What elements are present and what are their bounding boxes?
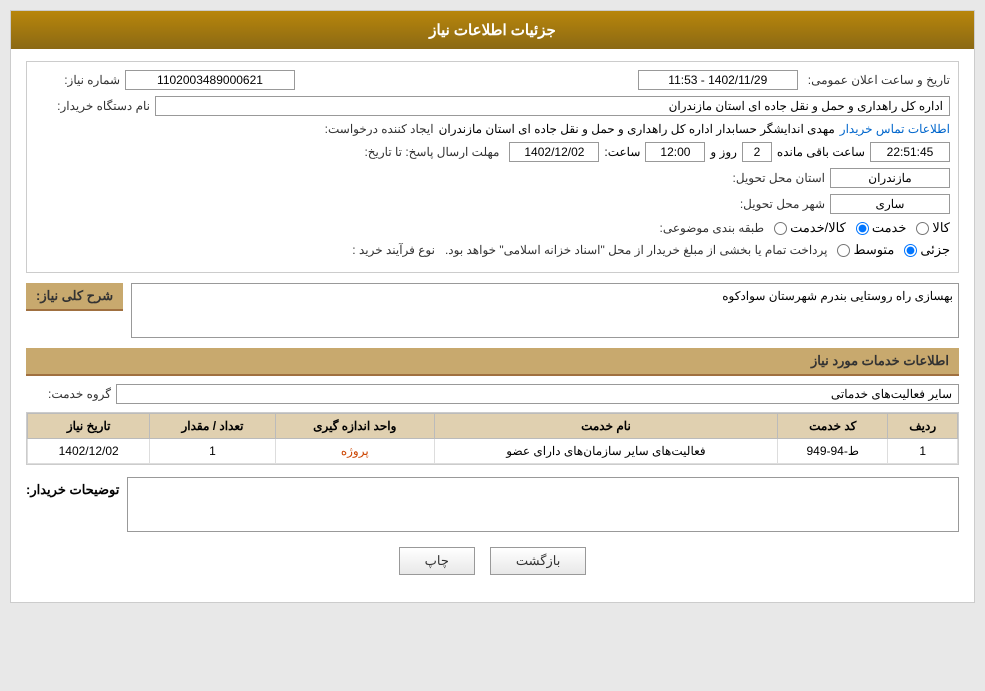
mohlat-label: مهلت ارسال پاسخ: تا تاریخ: [349,145,499,159]
khedamat-section-title: اطلاعات خدمات مورد نیاز [26,348,959,376]
nam-dastgah-value: اداره کل راهداری و حمل و نقل جاده ای است… [155,96,950,116]
cell-kod: ط-94-949 [778,439,888,464]
shomara-niaz-value: 1102003489000621 [125,70,295,90]
ijad-konande-name: مهدی اندایشگر حسابدار اداره کل راهداری و… [439,122,835,136]
ijad-konande-label: ایجاد کننده درخواست: [304,122,434,136]
nooe-farayand-label: نوع فرآیند خرید : [335,243,435,257]
roz-value: 2 [742,142,772,162]
goroh-khedmat-label: گروه خدمت: [31,387,111,401]
back-button[interactable]: بازگشت [490,547,586,575]
tamas-link[interactable]: اطلاعات تماس خریدار [840,122,950,136]
radio-mootavaset[interactable]: متوسط [837,242,894,258]
shomara-niaz-label: شماره نیاز: [40,73,120,87]
time-value: 12:00 [645,142,705,162]
sharh-label: شرح کلی نیاز: [26,283,123,311]
col-radif: ردیف [888,414,958,439]
saat-mande-label: ساعت باقی مانده [777,145,865,159]
col-vahed: واحد اندازه گیری [275,414,434,439]
page-container: جزئیات اطلاعات نیاز تاریخ و ساعت اعلان ع… [10,10,975,603]
sharh-value: بهسازی راه روستایی بندرم شهرستان سوادکوه [722,289,953,303]
shahr-label: شهر محل تحویل: [725,197,825,211]
tosihaat-label: توضیحات خریدار: [26,477,119,503]
sharh-value-box: بهسازی راه روستایی بندرم شهرستان سوادکوه [131,283,959,338]
saat-label: ساعت: [604,145,640,159]
page-title: جزئیات اطلاعات نیاز [429,22,556,39]
cell-vahed: پروژه [275,439,434,464]
shahr-value: ساری [830,194,950,214]
tabaqeh-radio-group: کالا/خدمت خدمت کالا [774,220,950,236]
radio-mootavaset-label: متوسط [853,242,894,258]
nam-dastgah-label: نام دستگاه خریدار: [40,99,150,113]
ostan-value: مازندران [830,168,950,188]
farayand-radio-group: پرداخت تمام یا بخشی از مبلغ خریدار از مح… [445,242,950,258]
tarikh-label: تاریخ و ساعت اعلان عمومی: [808,73,950,87]
radio-kala-label: کالا [932,220,950,236]
cell-tedad: 1 [150,439,275,464]
radio-khedmat[interactable]: خدمت [856,220,907,236]
col-nam: نام خدمت [434,414,777,439]
farayand-note: پرداخت تمام یا بخشی از مبلغ خریدار از مح… [445,243,828,257]
radio-khedmat-label: خدمت [872,220,907,236]
radio-jozee-label: جزئی [920,242,950,258]
tosihaat-textarea[interactable] [127,477,959,532]
tarikh-value: 1402/11/29 - 11:53 [638,70,798,90]
col-tarikh: تاریخ نیاز [28,414,150,439]
tabaqeh-label: طبقه بندی موضوعی: [654,221,764,235]
col-tedad: تعداد / مقدار [150,414,275,439]
table-row: 1 ط-94-949 فعالیت‌های سایر سازمان‌های دا… [28,439,958,464]
radio-kala[interactable]: کالا [916,220,950,236]
ostan-label: استان محل تحویل: [725,171,825,185]
services-table-container: ردیف کد خدمت نام خدمت واحد اندازه گیری ت… [26,412,959,465]
page-header: جزئیات اطلاعات نیاز [11,11,974,49]
print-button[interactable]: چاپ [399,547,475,575]
radio-jozee[interactable]: جزئی [904,242,950,258]
cell-tarikh: 1402/12/02 [28,439,150,464]
content-area: تاریخ و ساعت اعلان عمومی: 1402/11/29 - 1… [11,49,974,602]
services-table: ردیف کد خدمت نام خدمت واحد اندازه گیری ت… [27,413,958,464]
goroh-khedmat-value: سایر فعالیت‌های خدماتی [116,384,959,404]
mohlat-date-value: 1402/12/02 [509,142,599,162]
radio-kala-khedmat[interactable]: کالا/خدمت [774,220,846,236]
time-remain-value: 22:51:45 [870,142,950,162]
roz-label: روز و [710,145,737,159]
radio-kala-khedmat-label: کالا/خدمت [790,220,846,236]
basic-info-section: تاریخ و ساعت اعلان عمومی: 1402/11/29 - 1… [26,61,959,273]
col-kod: کد خدمت [778,414,888,439]
action-buttons: بازگشت چاپ [26,547,959,590]
cell-nam: فعالیت‌های سایر سازمان‌های دارای عضو [434,439,777,464]
cell-radif: 1 [888,439,958,464]
